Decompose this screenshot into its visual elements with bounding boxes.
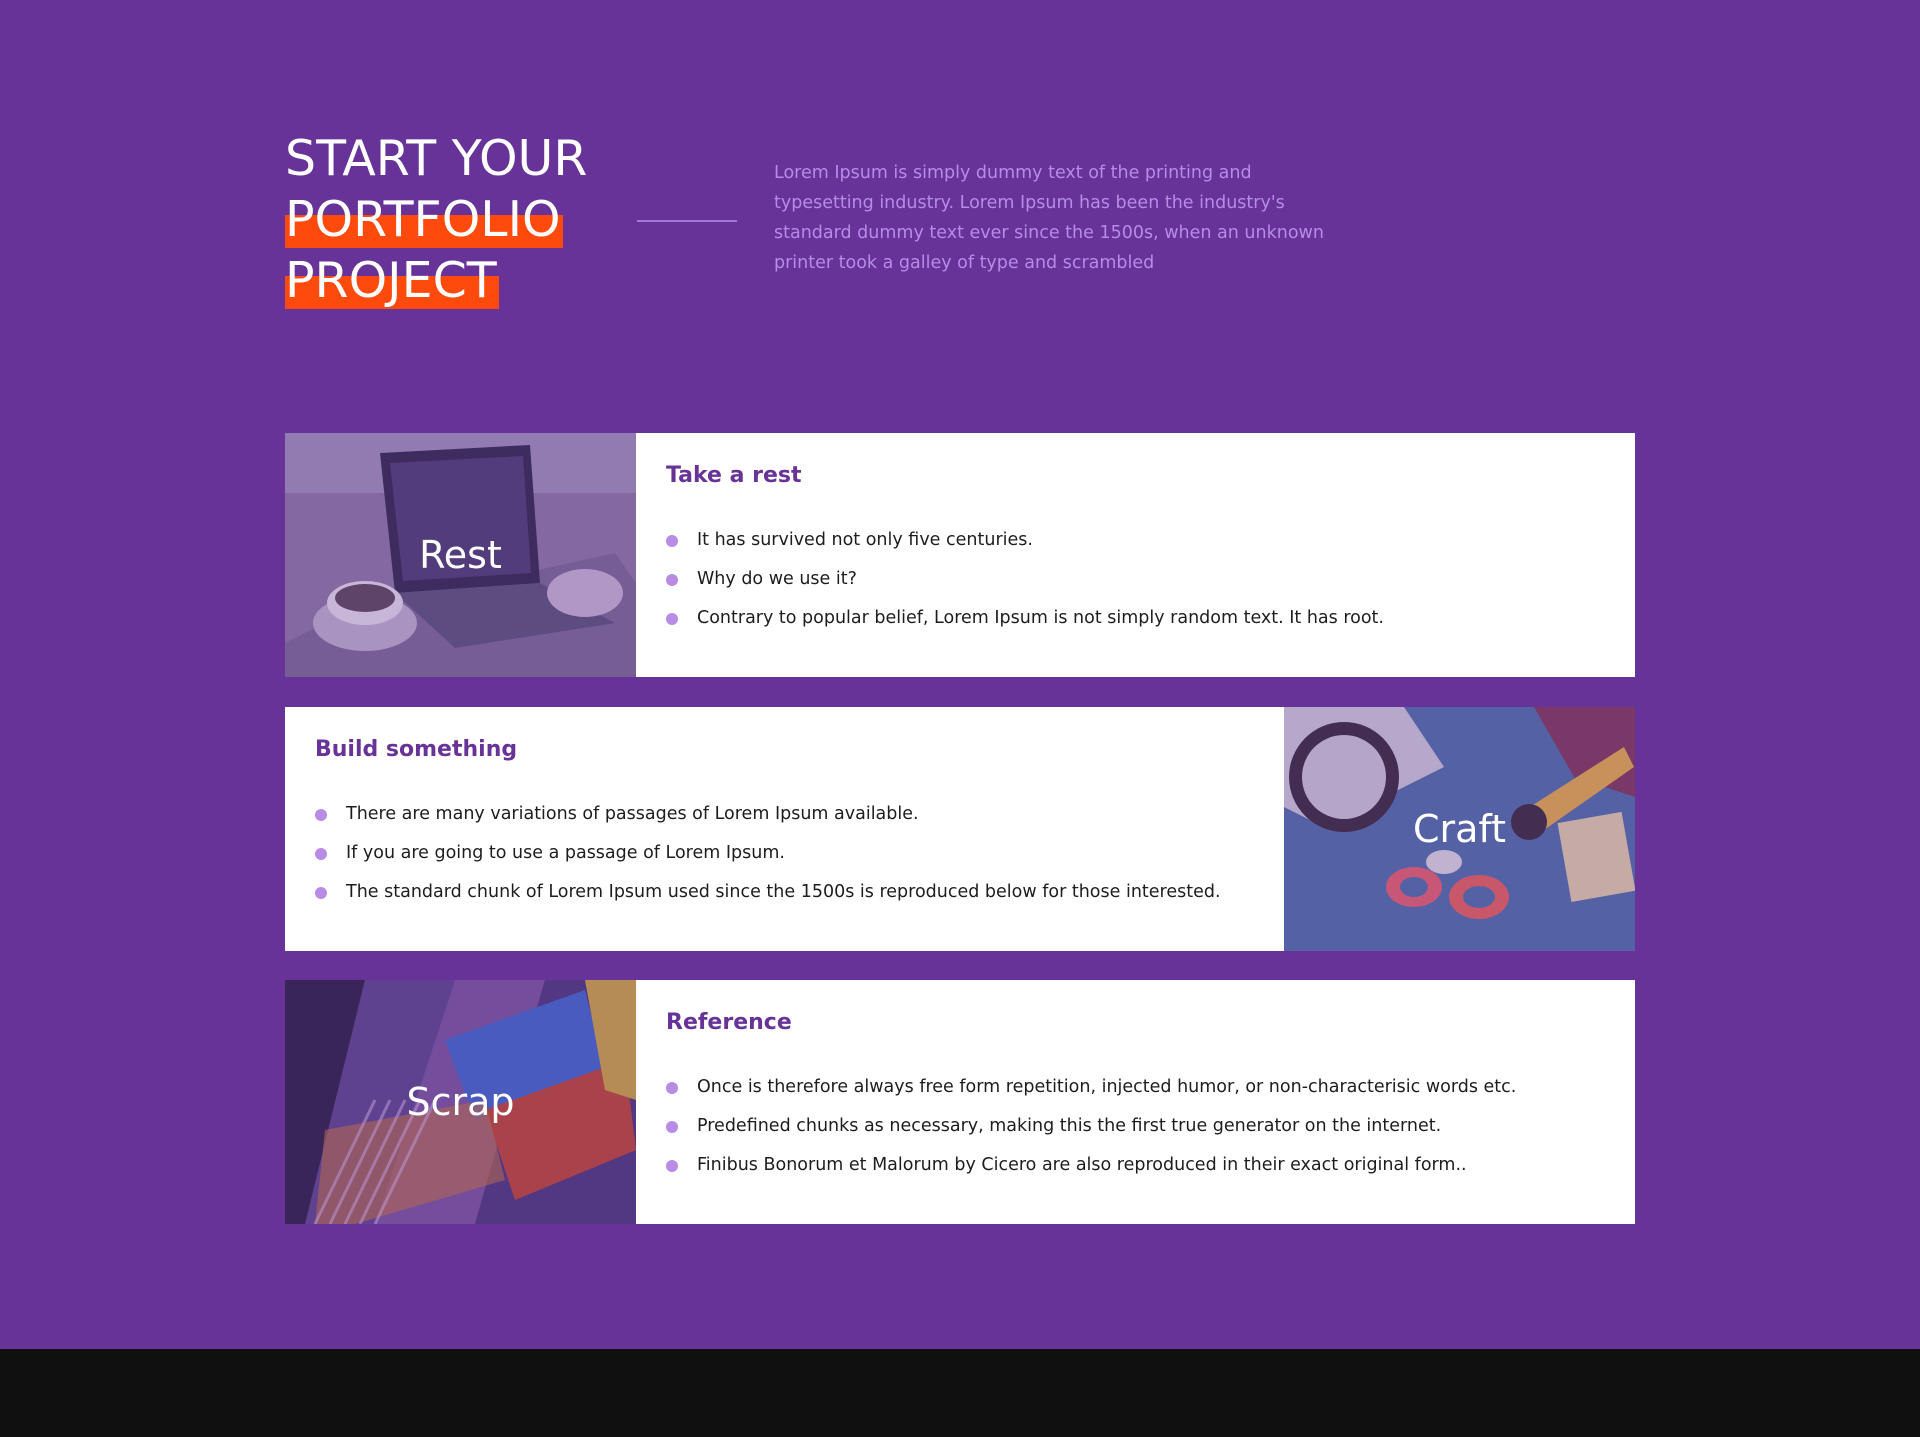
bullet-dot-icon [666,613,678,625]
hero-title: START YOUR PORTFOLIO PROJECT [285,128,625,311]
bullet-dot-icon [666,1121,678,1133]
list-item-text: The standard chunk of Lorem Ipsum used s… [346,882,1221,902]
list-item-text: It has survived not only five centuries. [697,530,1033,550]
list-item: There are many variations of passages of… [315,803,1221,842]
scrap-image: Scrap [285,980,636,1224]
bullet-dot-icon [315,887,327,899]
card-title: Build something [315,737,518,762]
list-item-text: Predefined chunks as necessary, making t… [697,1116,1442,1136]
list-item: Contrary to popular belief, Lorem Ipsum … [666,607,1384,646]
list-item-text: If you are going to use a passage of Lor… [346,843,785,863]
feature-card-rest: Rest Take a rest It has survived not onl… [285,433,1635,677]
craft-image-label: Craft [1412,807,1507,851]
bullet-dot-icon [315,809,327,821]
list-item: The standard chunk of Lorem Ipsum used s… [315,881,1221,920]
hero-title-line-3: PROJECT [285,252,499,309]
hero-title-line-3-wrap: PROJECT [285,250,625,311]
bullet-dot-icon [666,535,678,547]
hero-section: START YOUR PORTFOLIO PROJECT Lorem Ipsum… [285,128,1385,328]
card-title: Reference [666,1010,792,1035]
bullet-list: It has survived not only five centuries.… [666,529,1384,646]
rest-image-label: Rest [419,533,502,577]
list-item: Predefined chunks as necessary, making t… [666,1115,1516,1154]
list-item-text: Once is therefore always free form repet… [697,1077,1517,1097]
list-item: If you are going to use a passage of Lor… [315,842,1221,881]
list-item: Once is therefore always free form repet… [666,1076,1516,1115]
hero-title-line-2-wrap: PORTFOLIO [285,189,625,250]
bullet-dot-icon [315,848,327,860]
list-item: It has survived not only five centuries. [666,529,1384,568]
list-item-text: Why do we use it? [697,569,857,589]
bullet-dot-icon [666,1082,678,1094]
scrap-content: Reference Once is therefore always free … [666,980,1605,1224]
feature-card-scrap: Scrap Reference Once is therefore always… [285,980,1635,1224]
scrap-image-label: Scrap [406,1080,515,1124]
hero-title-line-2: PORTFOLIO [285,191,563,248]
page-footer [0,1349,1920,1437]
bullet-list: There are many variations of passages of… [315,803,1221,920]
rest-content: Take a rest It has survived not only fiv… [666,433,1605,677]
bullet-dot-icon [666,1160,678,1172]
hero-description: Lorem Ipsum is simply dummy text of the … [774,163,1324,273]
rest-image: Rest [285,433,636,677]
hero-title-line-1: START YOUR [285,130,588,187]
hero-divider [637,220,737,222]
list-item-text: There are many variations of passages of… [346,804,919,824]
list-item: Why do we use it? [666,568,1384,607]
craft-content: Build something There are many variation… [315,707,1254,951]
card-title: Take a rest [666,463,802,488]
list-item-text: Contrary to popular belief, Lorem Ipsum … [697,608,1384,628]
craft-image: Craft [1284,707,1635,951]
bullet-dot-icon [666,574,678,586]
bullet-list: Once is therefore always free form repet… [666,1076,1516,1193]
list-item-text: Finibus Bonorum et Malorum by Cicero are… [697,1155,1467,1175]
feature-card-craft: Build something There are many variation… [285,707,1635,951]
list-item: Finibus Bonorum et Malorum by Cicero are… [666,1154,1516,1193]
